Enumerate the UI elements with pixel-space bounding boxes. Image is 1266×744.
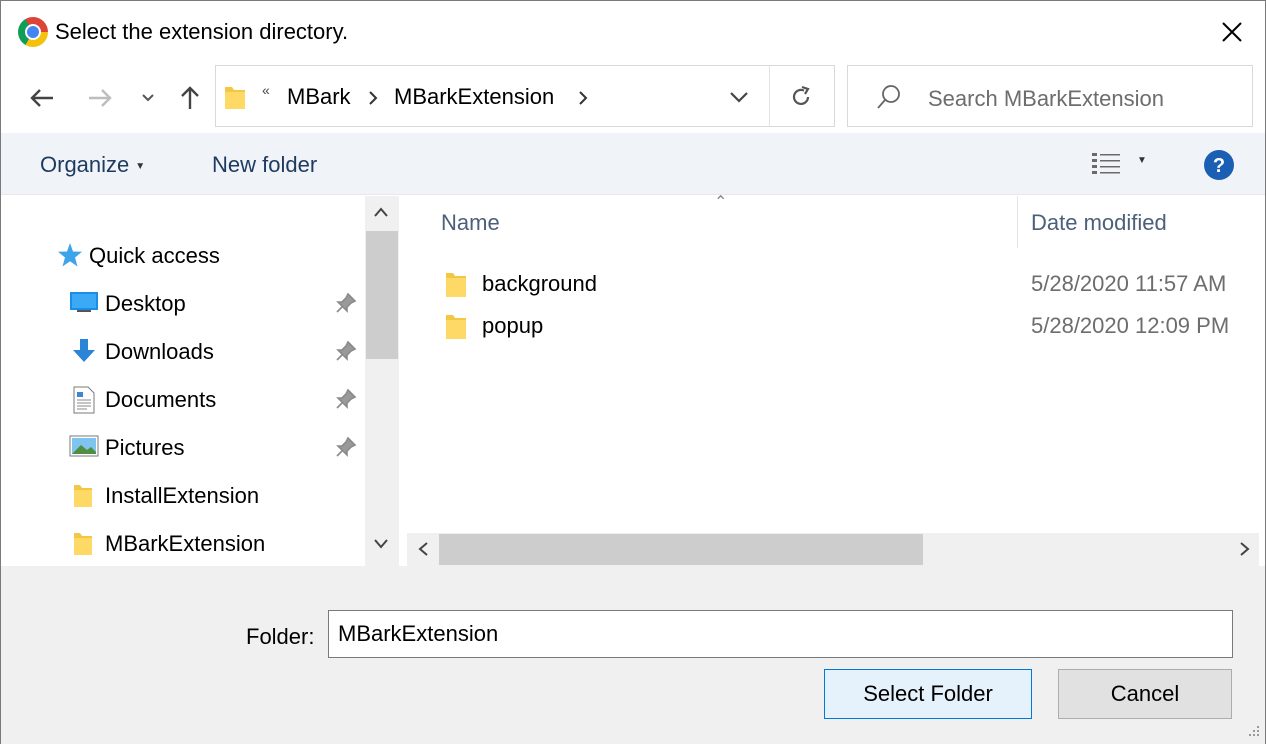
file-list: ⌃ Name Date modified background 5/28/202… xyxy=(401,194,1265,566)
sidebar-item-label: Quick access xyxy=(89,243,220,268)
back-button[interactable] xyxy=(25,81,59,115)
chevron-right-icon[interactable] xyxy=(578,90,588,106)
address-dropdown-button[interactable] xyxy=(724,82,754,112)
sidebar-item-documents[interactable]: Documents xyxy=(1,378,361,418)
file-dialog: Select the extension directory. « MBark … xyxy=(0,0,1266,744)
sidebar-item-pictures[interactable]: Pictures xyxy=(1,426,361,466)
sidebar-item-installextension[interactable]: InstallExtension xyxy=(1,474,361,514)
pin-icon[interactable] xyxy=(335,388,357,410)
svg-text:?: ? xyxy=(1213,155,1225,177)
overflow-chevron[interactable]: « xyxy=(262,82,270,98)
scrollbar-thumb[interactable] xyxy=(366,231,398,359)
file-row[interactable]: popup 5/28/2020 12:09 PM xyxy=(401,306,1265,346)
cancel-button[interactable]: Cancel xyxy=(1058,669,1232,719)
organize-menu[interactable]: Organize ▼ xyxy=(40,152,145,178)
search-icon xyxy=(877,85,900,109)
close-button[interactable] xyxy=(1207,11,1257,53)
recent-locations-button[interactable] xyxy=(133,81,163,115)
new-folder-button[interactable]: New folder xyxy=(212,152,317,178)
file-date: 5/28/2020 11:57 AM xyxy=(1031,271,1227,296)
up-button[interactable] xyxy=(173,81,207,115)
refresh-icon xyxy=(792,85,810,106)
help-icon[interactable]: ? xyxy=(1203,149,1235,181)
up-arrow-icon xyxy=(181,86,199,109)
pictures-icon xyxy=(69,435,99,457)
forward-button[interactable] xyxy=(83,81,117,115)
search-placeholder: Search MBarkExtension xyxy=(928,86,1164,111)
back-arrow-icon xyxy=(30,89,53,107)
view-options-caret-icon[interactable]: ▼ xyxy=(1137,155,1147,166)
column-header-name[interactable]: Name xyxy=(441,210,500,236)
resize-grip-icon[interactable] xyxy=(1245,724,1261,740)
scroll-right-icon[interactable] xyxy=(1239,541,1251,557)
scroll-down-icon[interactable] xyxy=(373,538,389,550)
download-icon xyxy=(73,339,95,362)
sort-ascending-icon: ⌃ xyxy=(714,194,728,211)
scroll-up-icon[interactable] xyxy=(373,206,389,218)
sidebar-item-mbarkextension[interactable]: MBarkExtension xyxy=(1,522,361,562)
forward-arrow-icon xyxy=(89,89,112,107)
chevron-down-icon xyxy=(142,94,154,102)
sidebar-item-label: Downloads xyxy=(105,339,214,364)
file-name: popup xyxy=(482,313,544,338)
folder-icon xyxy=(446,273,466,297)
sidebar-item-downloads[interactable]: Downloads xyxy=(1,330,361,370)
navigation-pane: Quick access Desktop Downloads Documents xyxy=(1,196,399,566)
breadcrumb-mbarkextension[interactable]: MBarkExtension xyxy=(394,84,554,110)
breadcrumb-mbark[interactable]: MBark xyxy=(287,84,351,110)
chevron-down-icon xyxy=(730,92,748,103)
scroll-left-icon[interactable] xyxy=(417,541,429,557)
folder-icon xyxy=(225,87,245,109)
sidebar-item-label: Documents xyxy=(105,387,217,412)
command-bar: Organize ▼ New folder ▼ xyxy=(1,133,1265,195)
file-date: 5/28/2020 12:09 PM xyxy=(1031,313,1230,338)
column-header-date-modified[interactable]: Date modified xyxy=(1031,210,1167,236)
search-box[interactable]: Search MBarkExtension xyxy=(847,65,1253,127)
star-icon xyxy=(58,243,82,267)
folder-icon xyxy=(74,533,92,555)
chrome-icon xyxy=(18,17,48,47)
sidebar-item-label: InstallExtension xyxy=(105,483,260,508)
details-view-icon[interactable] xyxy=(1091,151,1121,177)
file-row[interactable]: background 5/28/2020 11:57 AM xyxy=(401,264,1265,304)
address-row: « MBark MBarkExtension Search MBarkExten… xyxy=(1,63,1265,133)
pin-icon[interactable] xyxy=(335,340,357,362)
sidebar-item-label: Pictures xyxy=(105,435,185,460)
pin-icon[interactable] xyxy=(335,292,357,314)
folder-name-input[interactable] xyxy=(328,610,1233,658)
organize-label: Organize xyxy=(40,152,130,177)
title-bar: Select the extension directory. xyxy=(1,1,1265,63)
file-name: background xyxy=(482,271,597,296)
chevron-right-icon[interactable] xyxy=(368,90,378,106)
window-title: Select the extension directory. xyxy=(55,19,349,44)
sidebar-item-label: MBarkExtension xyxy=(105,531,266,556)
column-divider[interactable] xyxy=(1017,196,1018,248)
desktop-icon xyxy=(70,292,98,312)
sidebar-item-desktop[interactable]: Desktop xyxy=(1,282,361,322)
sidebar-item-label: Desktop xyxy=(105,291,186,316)
horizontal-scrollbar[interactable] xyxy=(407,533,1259,566)
refresh-button[interactable] xyxy=(784,80,818,114)
dialog-footer: Folder: Select Folder Cancel xyxy=(1,566,1265,744)
divider xyxy=(769,66,770,126)
select-folder-button[interactable]: Select Folder xyxy=(824,669,1032,719)
pin-icon[interactable] xyxy=(335,436,357,458)
sidebar-item-quick-access[interactable]: Quick access xyxy=(1,234,361,274)
close-icon xyxy=(1222,22,1242,42)
document-icon xyxy=(73,386,95,414)
caret-down-icon: ▼ xyxy=(135,160,146,172)
vertical-scrollbar[interactable] xyxy=(365,196,399,566)
folder-icon xyxy=(74,485,92,507)
address-bar[interactable]: « MBark MBarkExtension xyxy=(215,65,835,127)
folder-label: Folder: xyxy=(246,624,315,649)
scrollbar-thumb[interactable] xyxy=(439,534,923,565)
folder-icon xyxy=(446,315,466,339)
